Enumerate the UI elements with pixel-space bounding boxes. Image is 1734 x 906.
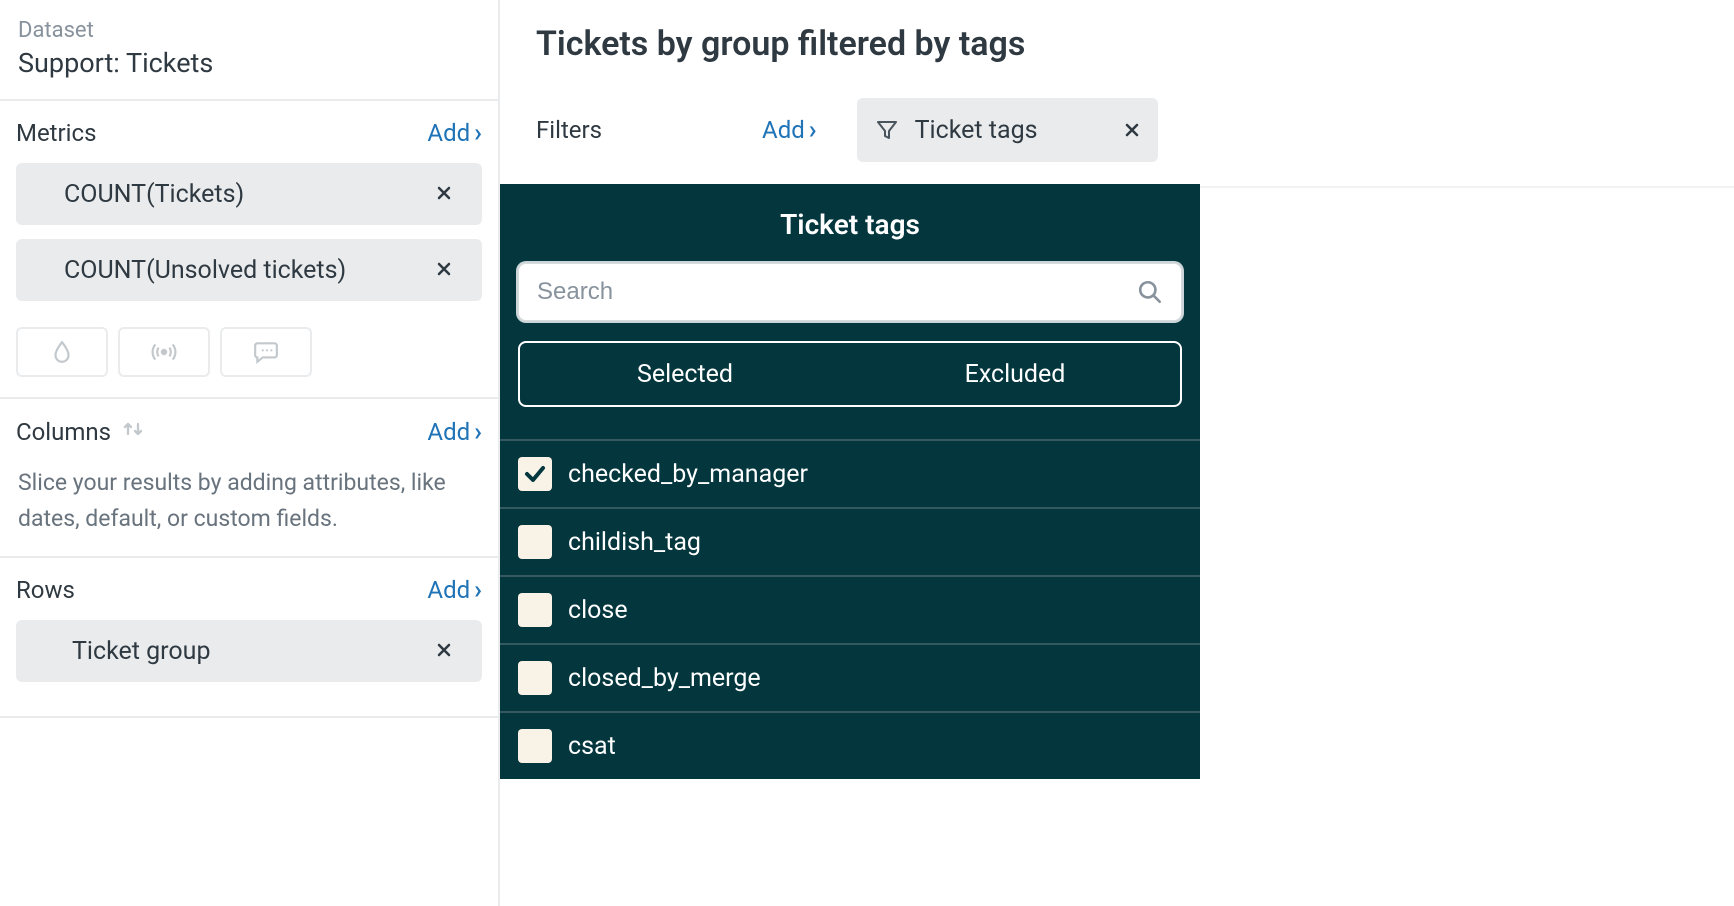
metric-label: COUNT(Tickets) bbox=[64, 180, 244, 209]
close-icon bbox=[436, 261, 452, 277]
drop-icon-button[interactable] bbox=[16, 327, 108, 377]
tag-label: closed_by_merge bbox=[568, 664, 761, 693]
columns-add-label: Add bbox=[427, 418, 470, 446]
metric-label: COUNT(Unsolved tickets) bbox=[64, 256, 346, 285]
tag-row[interactable]: close bbox=[500, 575, 1200, 643]
columns-title: Columns bbox=[16, 417, 145, 447]
rows-add-link[interactable]: Add › bbox=[427, 576, 482, 604]
chevron-right-icon: › bbox=[809, 117, 817, 143]
columns-title-text: Columns bbox=[16, 418, 111, 446]
selected-excluded-tabs: Selected Excluded bbox=[518, 341, 1182, 407]
metric-options-row bbox=[16, 327, 482, 377]
remove-metric-button[interactable] bbox=[430, 252, 458, 289]
tag-row[interactable]: csat bbox=[500, 711, 1200, 779]
metrics-section: Metrics Add › COUNT(Tickets) COUNT(Unsol… bbox=[0, 101, 498, 399]
check-icon bbox=[523, 462, 547, 486]
remove-row-button[interactable] bbox=[430, 633, 458, 670]
row-pill[interactable]: Ticket group bbox=[16, 620, 482, 682]
tag-row[interactable]: checked_by_manager bbox=[500, 439, 1200, 507]
filter-chip-label: Ticket tags bbox=[915, 116, 1038, 145]
chevron-right-icon: › bbox=[474, 120, 482, 146]
metric-pill[interactable]: COUNT(Tickets) bbox=[16, 163, 482, 225]
remove-metric-button[interactable] bbox=[430, 176, 458, 213]
columns-add-link[interactable]: Add › bbox=[427, 418, 482, 446]
close-icon bbox=[436, 642, 452, 658]
tag-row[interactable]: closed_by_merge bbox=[500, 643, 1200, 711]
dataset-name: Support: Tickets bbox=[16, 47, 482, 79]
rows-section: Rows Add › Ticket group bbox=[0, 558, 498, 718]
tag-label: csat bbox=[568, 732, 616, 761]
tag-checkbox[interactable] bbox=[518, 457, 552, 491]
row-label: Ticket group bbox=[72, 637, 211, 666]
tag-label: checked_by_manager bbox=[568, 460, 808, 489]
tag-search-field[interactable] bbox=[518, 263, 1182, 321]
filters-label: Filters bbox=[536, 116, 602, 144]
ticket-tags-panel: Ticket tags Selected Excluded checked_by… bbox=[500, 184, 1200, 779]
filters-row: Filters Add › Ticket tags bbox=[536, 98, 1734, 188]
rows-title: Rows bbox=[16, 576, 75, 604]
main-area: Tickets by group filtered by tags Filter… bbox=[500, 0, 1734, 906]
metrics-add-label: Add bbox=[427, 119, 470, 147]
filters-add-link[interactable]: Add › bbox=[762, 116, 817, 144]
filters-add-label: Add bbox=[762, 116, 805, 144]
tag-row[interactable]: childish_tag bbox=[500, 507, 1200, 575]
search-icon bbox=[1137, 279, 1163, 305]
tag-label: childish_tag bbox=[568, 528, 701, 557]
comment-icon bbox=[253, 339, 279, 365]
filter-chip-ticket-tags[interactable]: Ticket tags bbox=[857, 98, 1158, 162]
columns-section: Columns Add › Slice your results by addi… bbox=[0, 399, 498, 558]
remove-filter-button[interactable] bbox=[1124, 116, 1140, 145]
swap-icon[interactable] bbox=[121, 417, 145, 447]
drop-icon bbox=[49, 339, 75, 365]
close-icon bbox=[1124, 122, 1140, 138]
rows-add-label: Add bbox=[427, 576, 470, 604]
chevron-right-icon: › bbox=[474, 419, 482, 445]
tag-checkbox[interactable] bbox=[518, 661, 552, 695]
close-icon bbox=[436, 185, 452, 201]
panel-title: Ticket tags bbox=[500, 184, 1200, 263]
chevron-right-icon: › bbox=[474, 577, 482, 603]
config-sidebar: Dataset Support: Tickets Metrics Add › C… bbox=[0, 0, 500, 906]
tag-checkbox[interactable] bbox=[518, 729, 552, 763]
tab-selected[interactable]: Selected bbox=[520, 343, 850, 405]
tab-excluded[interactable]: Excluded bbox=[850, 343, 1180, 405]
tag-checkbox[interactable] bbox=[518, 525, 552, 559]
comment-icon-button[interactable] bbox=[220, 327, 312, 377]
tag-search-input[interactable] bbox=[537, 278, 1137, 306]
tag-label: close bbox=[568, 596, 628, 625]
metrics-title: Metrics bbox=[16, 119, 96, 147]
columns-hint: Slice your results by adding attributes,… bbox=[16, 463, 482, 536]
metrics-add-link[interactable]: Add › bbox=[427, 119, 482, 147]
dataset-section: Dataset Support: Tickets bbox=[0, 0, 498, 101]
tag-checkbox[interactable] bbox=[518, 593, 552, 627]
dataset-label: Dataset bbox=[16, 18, 482, 43]
filter-icon bbox=[875, 118, 899, 142]
broadcast-icon-button[interactable] bbox=[118, 327, 210, 377]
tag-list: checked_by_manager childish_tag close cl… bbox=[500, 439, 1200, 779]
page-title: Tickets by group filtered by tags bbox=[536, 24, 1734, 64]
metric-pill[interactable]: COUNT(Unsolved tickets) bbox=[16, 239, 482, 301]
broadcast-icon bbox=[151, 339, 177, 365]
